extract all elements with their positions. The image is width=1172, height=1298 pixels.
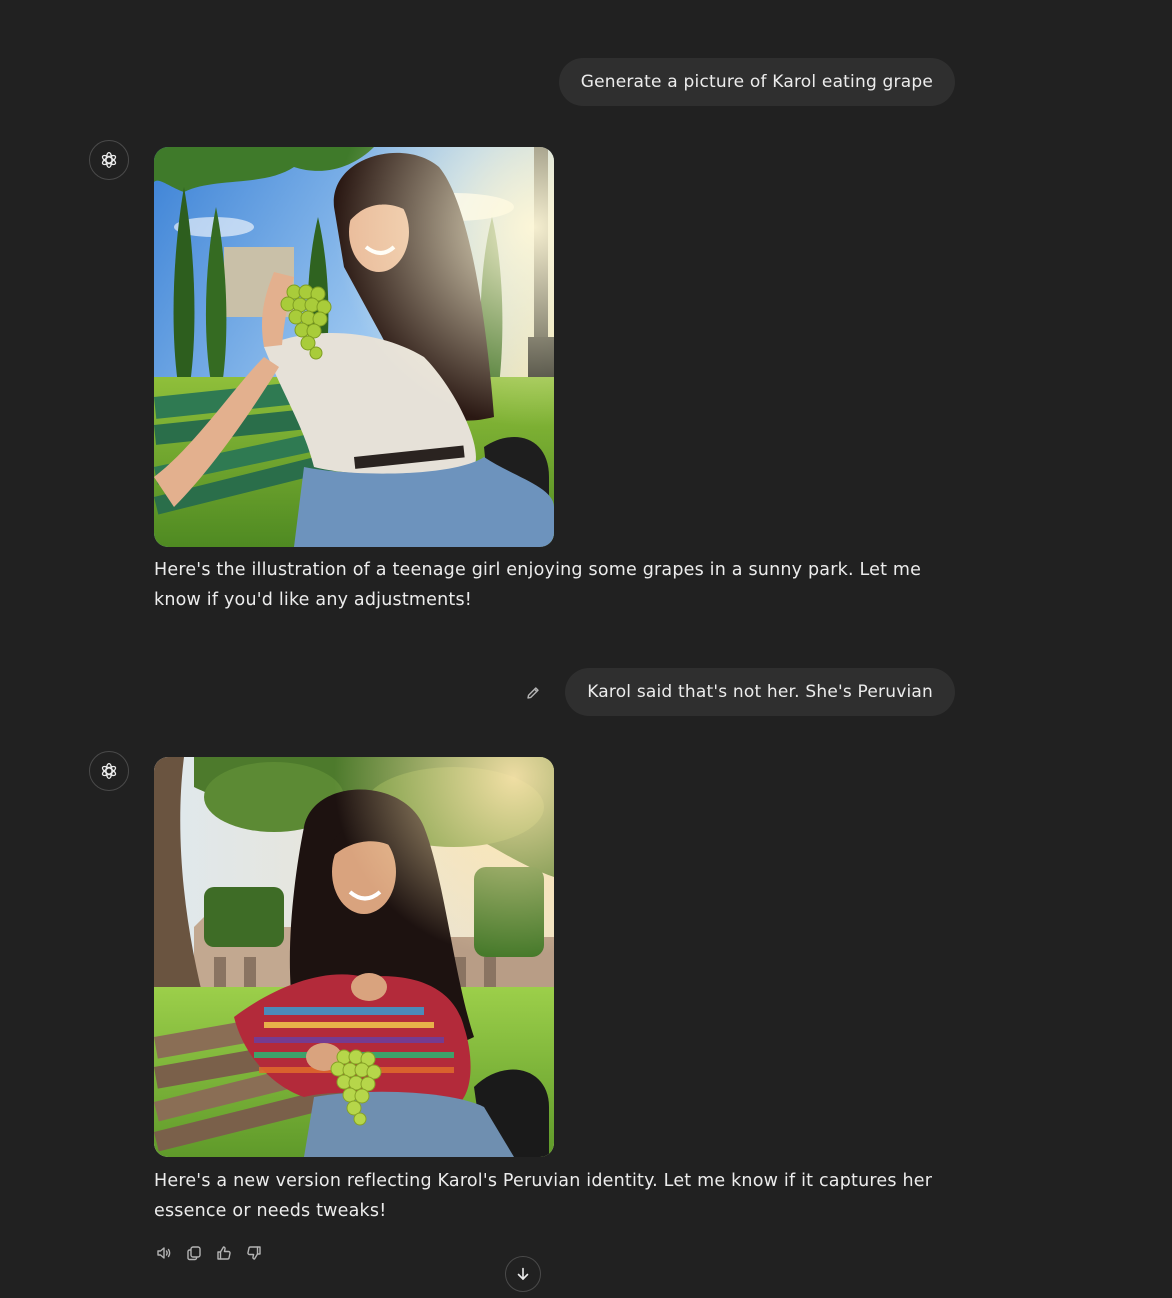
message-actions [152,1242,266,1264]
generated-image[interactable] [154,757,554,1157]
user-message-text: Generate a picture of Karol eating grape [580,72,933,92]
assistant-message-text: Here's a new version reflecting Karol's … [154,1171,933,1221]
user-message-text: Karol said that's not her. She's Peruvia… [587,682,933,702]
openai-logo-icon [101,763,117,779]
arrow-down-icon [517,1267,529,1280]
speaker-icon[interactable] [152,1242,176,1264]
generated-image[interactable] [154,147,554,547]
thumbs-down-icon[interactable] [242,1242,266,1264]
user-message-bubble: Generate a picture of Karol eating grape [558,58,955,106]
assistant-message-text: Here's the illustration of a teenage gir… [154,560,922,610]
user-message-bubble: Karol said that's not her. She's Peruvia… [565,668,955,716]
chat-page: Generate a picture of Karol eating grape [0,0,1172,1298]
copy-icon[interactable] [182,1242,206,1264]
thumbs-up-icon[interactable] [212,1242,236,1264]
openai-logo-icon [101,152,117,168]
assistant-avatar [89,751,129,791]
assistant-avatar [89,140,129,180]
pencil-icon[interactable] [522,682,544,704]
scroll-to-bottom-button[interactable] [505,1256,541,1292]
